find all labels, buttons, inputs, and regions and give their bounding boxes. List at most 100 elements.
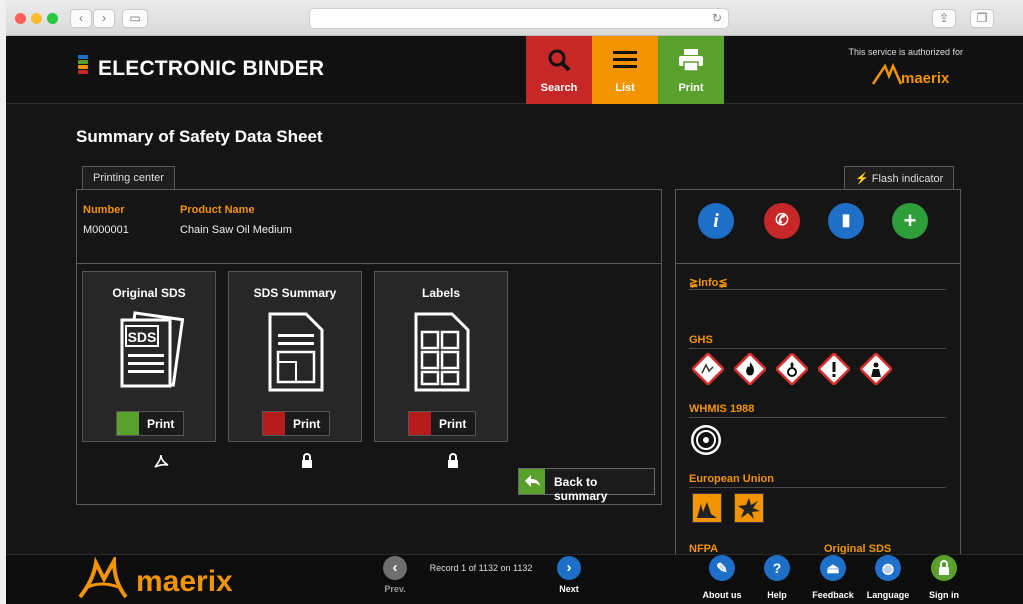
- info-icon[interactable]: i: [698, 203, 734, 239]
- divider: [675, 263, 961, 264]
- product-name-value: Chain Saw Oil Medium: [180, 224, 292, 236]
- reload-icon[interactable]: ↻: [712, 11, 722, 25]
- divider: [76, 263, 662, 264]
- original-sds-card[interactable]: Original SDS SDS Print: [82, 271, 216, 468]
- address-bar[interactable]: ↻: [309, 8, 729, 29]
- share-button[interactable]: ⇪: [932, 9, 956, 28]
- print-button[interactable]: Print: [658, 36, 724, 104]
- prev-label: Prev.: [384, 584, 406, 594]
- labels-card[interactable]: Labels Print: [374, 271, 508, 468]
- first-aid-icon[interactable]: +: [892, 203, 928, 239]
- divider: [689, 348, 946, 349]
- tab-printing-center[interactable]: Printing center: [82, 166, 175, 190]
- prev-button[interactable]: ‹ Prev.: [370, 555, 420, 594]
- next-arrow-icon: ›: [557, 556, 581, 580]
- close-window-button[interactable]: [15, 13, 26, 24]
- maerix-logo-text: maerix: [901, 70, 950, 87]
- browser-toolbar: ‹ › ▭ ↻ ⇪ ❐: [6, 0, 1023, 36]
- feedback-button[interactable]: ⏏ Feedback: [808, 555, 858, 600]
- sds-summary-card[interactable]: SDS Summary Print: [228, 271, 362, 468]
- help-label: Help: [767, 590, 787, 600]
- dangerous-environment-icon: [692, 493, 722, 523]
- maerix-footer-logo: maerix: [78, 557, 233, 599]
- about-us-button[interactable]: ✎ About us: [697, 555, 747, 600]
- question-icon: ?: [764, 555, 790, 581]
- flame-over-circle-icon: [776, 353, 808, 385]
- back-to-summary-button[interactable]: Back to summary: [518, 468, 655, 503]
- tabs-button[interactable]: ❐: [970, 9, 994, 28]
- app-header: ELECTRONIC BINDER Search List Print This…: [6, 36, 1023, 104]
- bell-icon: ⏏: [820, 555, 846, 581]
- flame-icon: [734, 353, 766, 385]
- eu-label: European Union: [689, 473, 774, 485]
- page-title: Summary of Safety Data Sheet: [76, 127, 323, 146]
- minimize-window-button[interactable]: [31, 13, 42, 24]
- number-label: Number: [83, 204, 125, 216]
- print-label: Print: [678, 82, 704, 94]
- tab-flash-indicator[interactable]: ⚡ Flash indicator: [844, 166, 955, 190]
- maerix-logo: maerix: [871, 62, 950, 87]
- globe-icon: ◍: [875, 555, 901, 581]
- card-title: Original SDS: [112, 286, 186, 300]
- ghs-label: GHS: [689, 334, 713, 346]
- authorized-text: This service is authorized for: [848, 47, 963, 57]
- labels-document-icon: [414, 312, 470, 392]
- pdf-icon: [117, 412, 169, 468]
- list-button[interactable]: List: [592, 36, 658, 104]
- lock-icon: [263, 412, 312, 468]
- pen-icon: ✎: [709, 555, 735, 581]
- print-label: Print: [293, 417, 321, 431]
- extinguisher-icon[interactable]: ▮: [828, 203, 864, 239]
- divider: [689, 417, 946, 418]
- summary-document-icon: [268, 312, 324, 392]
- search-button[interactable]: Search: [526, 36, 592, 104]
- forward-nav-button[interactable]: ›: [93, 9, 115, 28]
- number-value: M000001: [83, 224, 129, 236]
- search-label: Search: [540, 82, 578, 94]
- about-us-label: About us: [702, 590, 742, 600]
- footer: maerix ‹ Prev. Record 1 of 1132 on 1132 …: [6, 554, 1023, 604]
- back-arrow-icon: [519, 469, 545, 494]
- lock-icon: [931, 555, 957, 581]
- sds-summary-print-button[interactable]: Print: [262, 411, 330, 468]
- list-icon: [613, 51, 637, 68]
- sign-in-label: Sign in: [929, 590, 959, 600]
- biohazard-icon: [691, 425, 721, 455]
- original-sds-print-button[interactable]: Print: [116, 411, 184, 468]
- card-title: SDS Summary: [253, 286, 337, 300]
- zoom-window-button[interactable]: [47, 13, 58, 24]
- print-label: Print: [439, 417, 467, 431]
- feedback-label: Feedback: [812, 590, 854, 600]
- whmis-label: WHMIS 1988: [689, 403, 755, 415]
- next-label: Next: [559, 584, 579, 594]
- prev-arrow-icon: ‹: [383, 556, 407, 580]
- tab-flash-indicator-label: Flash indicator: [871, 173, 944, 185]
- next-button[interactable]: › Next: [544, 555, 594, 594]
- product-name-label: Product Name: [180, 204, 255, 216]
- divider: [689, 289, 946, 290]
- explosive-icon: [734, 493, 764, 523]
- tab-printing-center-label: Printing center: [93, 172, 164, 184]
- sidebar-toggle-button[interactable]: ▭: [122, 9, 148, 28]
- back-nav-button[interactable]: ‹: [70, 9, 92, 28]
- sds-document-icon: SDS: [120, 311, 184, 388]
- labels-print-button[interactable]: Print: [408, 411, 476, 468]
- help-button[interactable]: ? Help: [752, 555, 802, 600]
- sign-in-button[interactable]: Sign in: [919, 555, 969, 600]
- language-label: Language: [866, 590, 910, 600]
- browser-window: ‹ › ▭ ↻ ⇪ ❐ ELECTRONIC BINDER Search Lis…: [6, 0, 1023, 604]
- info-section-label: ≩Info≨: [689, 277, 728, 289]
- card-title: Labels: [421, 286, 460, 300]
- health-hazard-icon: [860, 353, 892, 385]
- flash-bolt-icon: ⚡: [855, 173, 869, 185]
- language-button[interactable]: ◍ Language: [863, 555, 913, 600]
- svg-text:SDS: SDS: [128, 329, 157, 345]
- back-to-summary-label: Back to summary: [554, 475, 608, 503]
- info-left-arrows-icon: ≩: [689, 277, 699, 289]
- list-label: List: [615, 82, 635, 94]
- exclamation-icon: [818, 353, 850, 385]
- maerix-footer-logo-text: maerix: [136, 565, 233, 598]
- divider: [689, 487, 946, 488]
- emergency-phone-icon[interactable]: ✆: [764, 203, 800, 239]
- info-right-arrows-icon: ≨: [718, 277, 728, 289]
